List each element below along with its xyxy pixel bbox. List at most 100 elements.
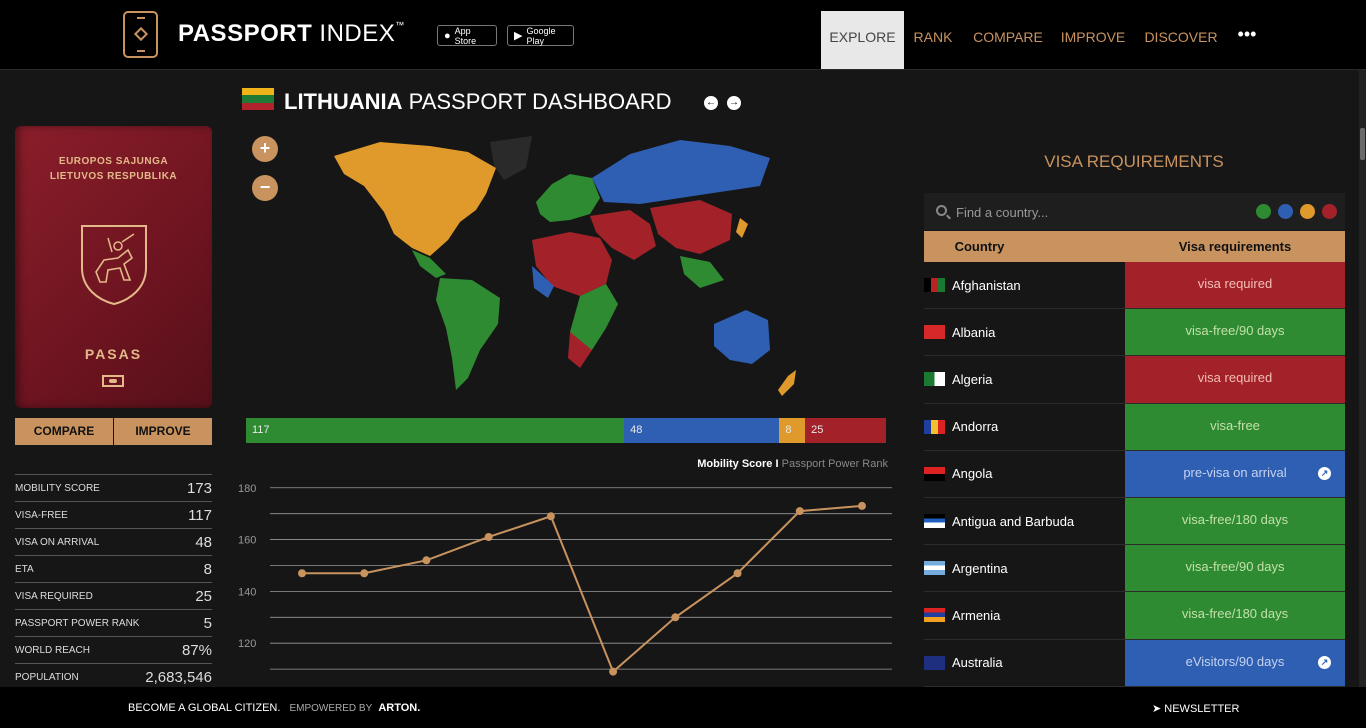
visa-requirement-cell: visa-free/90 days — [1125, 545, 1345, 592]
stat-value: 2,683,546 — [145, 668, 212, 686]
world-map[interactable] — [300, 128, 820, 408]
column-header-requirements[interactable]: Visa requirements — [1125, 231, 1345, 262]
table-row[interactable]: Antigua and Barbuda visa-free/180 days — [924, 497, 1345, 546]
country-flag-icon — [924, 372, 945, 387]
map-region-southeast-asia — [680, 256, 724, 288]
filter-dot[interactable] — [1278, 204, 1293, 219]
visa-requirement-text: visa required — [1197, 370, 1273, 386]
stat-label: POPULATION — [15, 671, 79, 683]
map-zoom-in-button[interactable]: + — [252, 136, 278, 162]
map-region-asia — [650, 200, 732, 254]
country-name: Andorra — [952, 419, 999, 435]
scrollbar-thumb[interactable] — [1360, 128, 1365, 160]
stat-value: 117 — [188, 506, 212, 524]
country-name: Australia — [952, 655, 1003, 671]
compare-button[interactable]: COMPARE — [15, 418, 113, 445]
footer-left: BECOME A GLOBAL CITIZEN. EMPOWERED BY AR… — [128, 702, 420, 714]
play-icon: ▶ — [514, 30, 523, 42]
data-point[interactable] — [546, 512, 555, 521]
data-point[interactable] — [484, 532, 493, 541]
data-point[interactable] — [298, 569, 306, 578]
passport-logo-icon[interactable] — [123, 11, 158, 58]
table-row[interactable]: Angola pre-visa on arrival ↗ — [924, 450, 1345, 498]
data-point[interactable] — [795, 507, 804, 516]
stat-label: PASSPORT POWER RANK — [15, 617, 140, 629]
table-row[interactable]: Argentina visa-free/90 days — [924, 545, 1345, 593]
filter-dot[interactable] — [1300, 204, 1315, 219]
passport-title: PASAS — [84, 346, 143, 362]
previous-passport-button[interactable]: ← — [704, 96, 718, 110]
filter-dot[interactable] — [1322, 204, 1337, 219]
stat-label: VISA REQUIRED — [15, 590, 93, 602]
country-cell: Angola — [924, 451, 1125, 497]
data-point[interactable] — [671, 613, 680, 622]
y-tick-label: 160 — [238, 535, 256, 547]
table-row[interactable]: Armenia visa-free/180 days — [924, 592, 1345, 640]
country-cell: Andorra — [924, 404, 1125, 450]
table-row[interactable]: Algeria visa required — [924, 356, 1345, 404]
scrollbar-track[interactable] — [1359, 70, 1366, 687]
map-zoom-out-button[interactable]: − — [252, 175, 278, 201]
nav-improve[interactable]: IMPROVE — [1058, 11, 1128, 69]
stat-row: WORLD REACH 87% — [15, 636, 212, 663]
data-point[interactable] — [609, 667, 618, 676]
country-name: Armenia — [952, 607, 1001, 623]
distribution-segment[interactable]: 117 — [246, 418, 625, 443]
filter-dot[interactable] — [1256, 204, 1271, 219]
country-name: Argentina — [952, 560, 1008, 576]
country-flag-icon — [924, 561, 945, 576]
app-store-badge[interactable]: ● App Store — [437, 25, 497, 46]
search-icon — [936, 205, 947, 216]
country-name: Algeria — [952, 371, 993, 387]
legend-power-rank[interactable]: Passport Power Rank — [782, 458, 888, 470]
country-name: Antigua and Barbuda — [952, 513, 1075, 529]
table-row[interactable]: Albania visa-free/90 days — [924, 309, 1345, 357]
map-region-japan — [736, 218, 748, 238]
external-link-icon[interactable]: ↗ — [1318, 655, 1331, 669]
column-header-country[interactable]: Country — [924, 231, 1035, 262]
data-point[interactable] — [858, 501, 866, 510]
country-search-input[interactable] — [956, 202, 1156, 222]
footer-slogan: BECOME A GLOBAL CITIZEN. — [128, 702, 281, 714]
map-region-greenland — [490, 136, 532, 180]
more-menu-icon[interactable]: ••• — [1232, 11, 1262, 69]
data-point[interactable] — [422, 556, 431, 565]
country-name: Albania — [952, 324, 996, 340]
brand-name[interactable]: PASSPORT INDEX™ — [178, 20, 405, 48]
stat-row: POPULATION 2,683,546 — [15, 663, 212, 690]
stat-label: MOBILITY SCORE — [15, 482, 100, 494]
passport-country-text: LIETUVOS RESPUBLIKA — [49, 171, 178, 182]
data-point[interactable] — [733, 569, 742, 578]
nav-explore[interactable]: EXPLORE — [821, 11, 904, 69]
external-link-icon[interactable]: ↗ — [1318, 466, 1331, 480]
distribution-segment[interactable]: 25 — [805, 418, 886, 443]
map-region-new-zealand — [778, 370, 796, 396]
google-play-badge[interactable]: ▶ Google Play — [507, 25, 574, 46]
stat-row: PASSPORT POWER RANK 5 — [15, 609, 212, 636]
lithuania-flag-icon — [242, 88, 274, 110]
table-row[interactable]: Australia eVisitors/90 days ↗ — [924, 639, 1345, 687]
newsletter-link[interactable]: ➤ NEWSLETTER — [1152, 702, 1239, 715]
page-title: LITHUANIA PASSPORT DASHBOARD — [284, 89, 672, 114]
data-point[interactable] — [360, 569, 369, 578]
improve-button[interactable]: IMPROVE — [114, 418, 212, 445]
mobility-score-chart: 180 160 140 120 — [238, 483, 892, 676]
arton-link[interactable]: ARTON. — [378, 702, 420, 714]
send-icon: ➤ — [1152, 703, 1162, 715]
next-passport-button[interactable]: → — [727, 96, 741, 110]
table-row[interactable]: Andorra visa-free — [924, 403, 1345, 451]
nav-rank[interactable]: RANK — [908, 11, 958, 69]
nav-discover[interactable]: DISCOVER — [1140, 11, 1222, 69]
distribution-segment[interactable]: 48 — [624, 418, 780, 443]
visa-requirement-cell: visa-free — [1125, 403, 1345, 450]
y-tick-label: 140 — [238, 586, 256, 598]
country-cell: Albania — [924, 309, 1125, 355]
legend-mobility-score[interactable]: Mobility Score — [697, 458, 772, 470]
passport-union-text: EUROPOS SAJUNGA — [58, 156, 169, 167]
visa-requirement-cell: visa-free/180 days — [1125, 592, 1345, 639]
country-flag-icon — [924, 419, 945, 434]
distribution-segment[interactable]: 8 — [779, 418, 806, 443]
nav-compare[interactable]: COMPARE — [968, 11, 1048, 69]
visa-requirement-cell: pre-visa on arrival ↗ — [1125, 450, 1345, 497]
table-row[interactable]: Afghanistan visa required — [924, 262, 1345, 310]
